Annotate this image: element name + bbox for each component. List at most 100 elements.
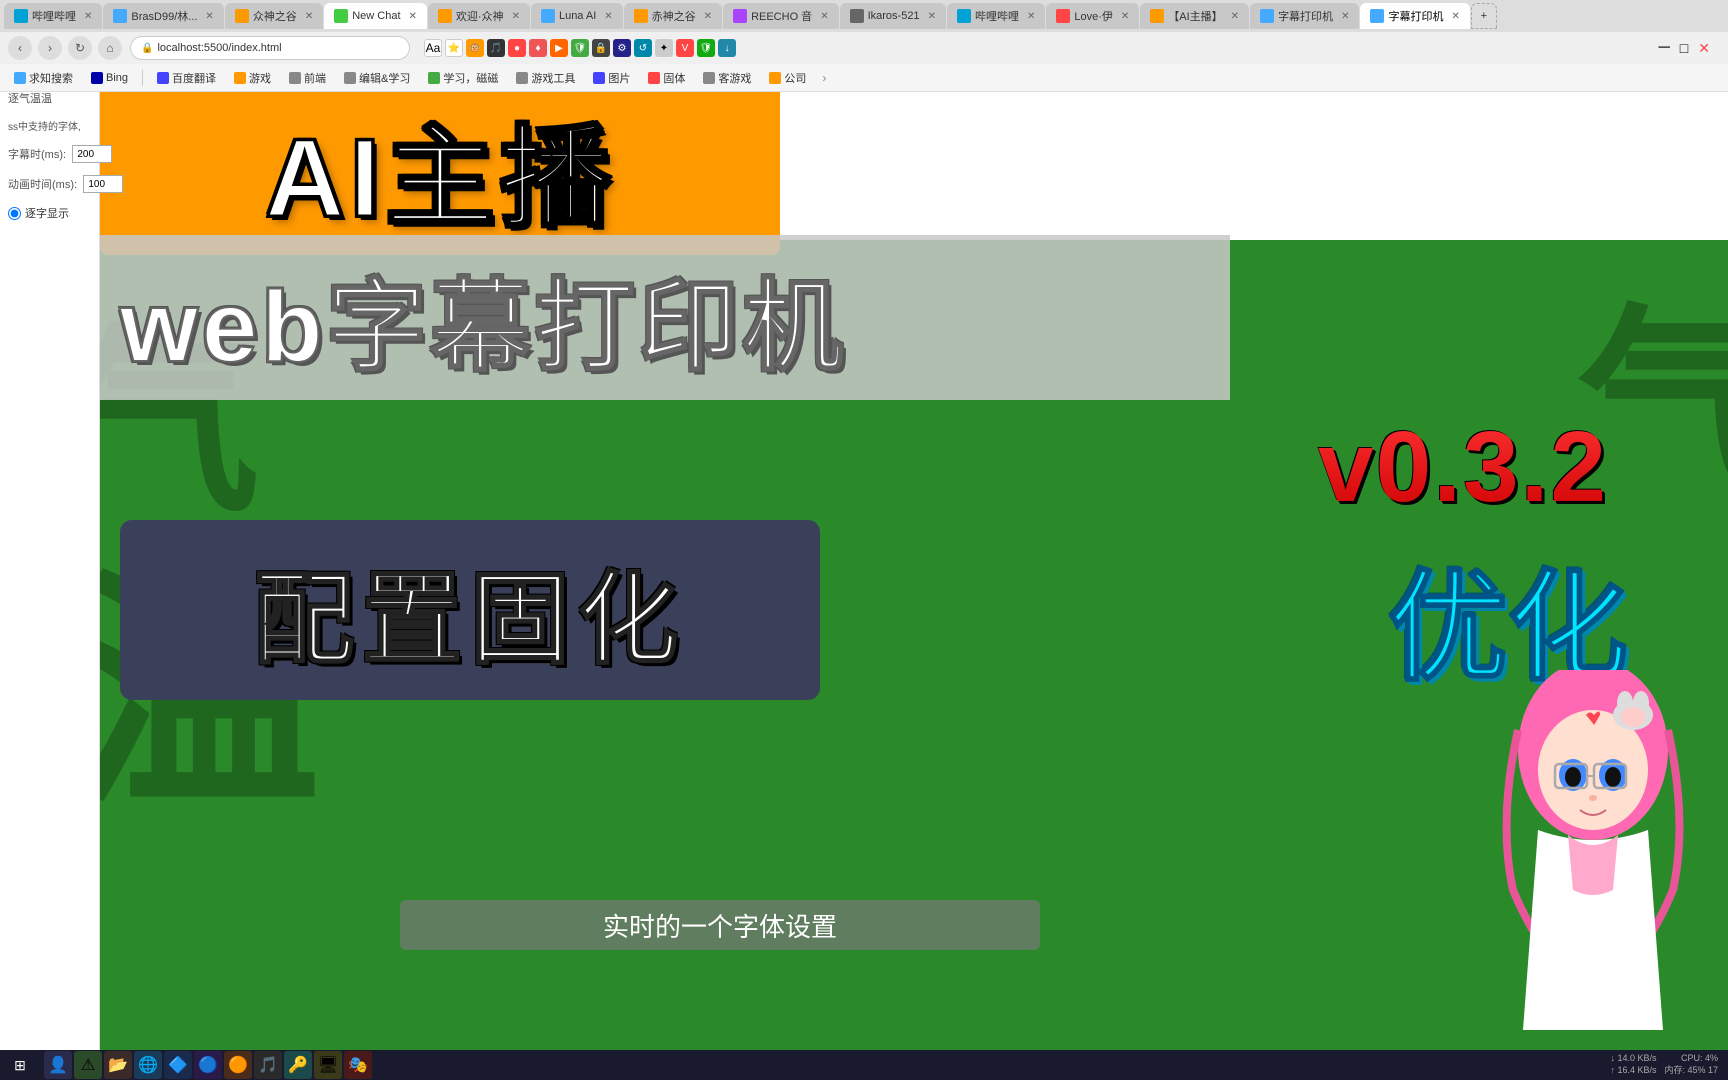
tab-luna[interactable]: Luna AI ✕ [531,3,623,29]
bookmark-favicon [703,72,715,84]
web-subtitle-text: web字幕打印机 [120,245,846,390]
taskbar-icon-5[interactable]: 🔵 [194,1051,222,1079]
ext-9[interactable]: ↺ [634,39,652,57]
tab-love[interactable]: Love·伊 ✕ [1046,3,1139,29]
anim-input[interactable] [83,175,123,193]
tab-favicon [1150,9,1164,23]
tab-subtitle-1[interactable]: 字幕打印机 ✕ [1250,3,1359,29]
tab-favicon [634,9,648,23]
tab-subtitle-active[interactable]: 字幕打印机 ✕ [1360,3,1469,29]
anime-character [1478,670,1708,1030]
taskbar-icon-edge[interactable]: 🌐 [134,1051,162,1079]
tab-close-icon[interactable]: ✕ [409,11,417,22]
bookmark-frontend[interactable]: 前端 [283,68,332,88]
tab-bar: 哔哩哔哩 ✕ BrasD99/林... ✕ 众神之谷 ✕ New Chat ✕ … [0,0,1728,32]
minimize-button[interactable]: ─ [1658,39,1669,57]
tab-close-icon[interactable]: ✕ [1451,11,1459,22]
tab-close-icon[interactable]: ✕ [928,11,936,22]
url-bar[interactable]: 🔒 localhost:5500/index.html [130,36,410,60]
taskbar-icon-10[interactable]: 🎭 [344,1051,372,1079]
tab-close-icon[interactable]: ✕ [305,11,313,22]
bookmark-more[interactable]: › [822,71,826,85]
tab-ikaros[interactable]: Ikaros-521 ✕ [840,3,946,29]
ext-11[interactable]: V [676,39,694,57]
taskbar-icon-vscode[interactable]: 🔷 [164,1051,192,1079]
tab-brasd99[interactable]: BrasD99/林... ✕ [103,3,223,29]
tab-reecho[interactable]: REECHO 音 ✕ [723,3,839,29]
ext-1[interactable]: 🐵 [466,39,484,57]
extension-icons: Aa ⭐ 🐵 🎵 ● ♦ ▶ 🛡 🔒 ⚙ ↺ ✦ V 🛡 ↓ [424,39,736,57]
translate-icon[interactable]: Aa [424,39,442,57]
tab-close-icon[interactable]: ✕ [512,11,520,22]
tab-favicon [113,9,127,23]
taskbar-icon-1[interactable]: 👤 [44,1051,72,1079]
tab-new-chat[interactable]: New Chat ✕ [324,3,427,29]
bookmark-game-tools[interactable]: 游戏工具 [510,68,581,88]
tab-favicon [733,9,747,23]
config-title-text: 配置固化 [254,538,686,683]
browser-chrome: 哔哩哔哩 ✕ BrasD99/林... ✕ 众神之谷 ✕ New Chat ✕ … [0,0,1728,80]
star-icon[interactable]: ⭐ [445,39,463,57]
tab-close-icon[interactable]: ✕ [1027,11,1035,22]
bookmark-favicon [14,72,26,84]
ext-10[interactable]: ✦ [655,39,673,57]
bookmark-search[interactable]: 求知搜索 [8,68,79,88]
tab-close-icon[interactable]: ✕ [704,11,712,22]
tab-close-icon[interactable]: ✕ [1121,11,1129,22]
tab-ai-anchor[interactable]: 【AI主播】 ✕ [1140,3,1249,29]
panel-row-temp: 逐气温温 [8,90,91,106]
ext-3[interactable]: ● [508,39,526,57]
bookmark-company[interactable]: 公司 [763,68,812,88]
left-panel: 逐气温温 ss中支持的字体, 字幕时(ms): 动画时间(ms): 逐字显示 [0,80,100,1080]
tab-close-icon[interactable]: ✕ [205,11,213,22]
tab-welcome[interactable]: 欢迎·众神 ✕ [428,3,530,29]
tab-bilibili-2[interactable]: 哔哩哔哩 ✕ [947,3,1045,29]
bookmark-browsergames[interactable]: 客游戏 [697,68,757,88]
new-tab-button[interactable]: + [1471,3,1497,29]
tab-close-icon[interactable]: ✕ [604,11,612,22]
bookmark-images[interactable]: 图片 [587,68,636,88]
taskbar-icon-8[interactable]: 🔑 [284,1051,312,1079]
display-radio[interactable] [8,207,21,220]
ext-5[interactable]: ▶ [550,39,568,57]
taskbar-icon-6[interactable]: 🟠 [224,1051,252,1079]
bookmark-bing[interactable]: Bing [85,70,134,86]
home-button[interactable]: ⌂ [98,36,122,60]
ext-7[interactable]: 🔒 [592,39,610,57]
ext-8[interactable]: ⚙ [613,39,631,57]
taskbar-icon-2[interactable]: ⚠ [74,1051,102,1079]
tab-close-icon[interactable]: ✕ [820,11,828,22]
tab-close-icon[interactable]: ✕ [1341,11,1349,22]
close-button[interactable]: ✕ [1698,40,1710,57]
delay-input[interactable] [72,145,112,163]
taskbar-icon-3[interactable]: 📂 [104,1051,132,1079]
tab-bilibili-1[interactable]: 哔哩哔哩 ✕ [4,3,102,29]
ext-12[interactable]: 🛡 [697,39,715,57]
tab-close-icon[interactable]: ✕ [1231,11,1239,22]
bookmark-favicon [648,72,660,84]
ext-6[interactable]: 🛡 [571,39,589,57]
tab-众神之谷[interactable]: 众神之谷 ✕ [225,3,323,29]
forward-button[interactable]: › [38,36,62,60]
maximize-button[interactable]: □ [1680,40,1688,56]
bookmark-solid[interactable]: 固体 [642,68,691,88]
bookmark-games[interactable]: 游戏 [228,68,277,88]
ext-2[interactable]: 🎵 [487,39,505,57]
main-content: 气 气 温 AI主播 web字幕打印机 v0.3.2 优化 配置固化 实时的一个… [100,80,1728,1050]
ext-13[interactable]: ↓ [718,39,736,57]
tab-close-icon[interactable]: ✕ [84,11,92,22]
refresh-button[interactable]: ↻ [68,36,92,60]
display-radio-group: 逐字显示 [8,205,69,221]
taskbar-icon-7[interactable]: 🎵 [254,1051,282,1079]
tab-redshen[interactable]: 赤神之谷 ✕ [624,3,722,29]
tab-favicon [1370,9,1384,23]
back-button[interactable]: ‹ [8,36,32,60]
taskbar: ⊞ 👤 ⚠ 📂 🌐 🔷 🔵 🟠 🎵 🔑 🖥 [0,1050,1728,1080]
taskbar-icon-9[interactable]: 🖥 [314,1051,342,1079]
bookmark-learn[interactable]: 学习，磁磁 [422,68,504,88]
ext-4[interactable]: ♦ [529,39,547,57]
taskbar-start-button[interactable]: ⊞ [0,1050,40,1080]
tab-favicon [1260,9,1274,23]
bookmark-baidu-translate[interactable]: 百度翻译 [151,68,222,88]
bookmark-edit-learn[interactable]: 编辑&学习 [338,68,416,88]
